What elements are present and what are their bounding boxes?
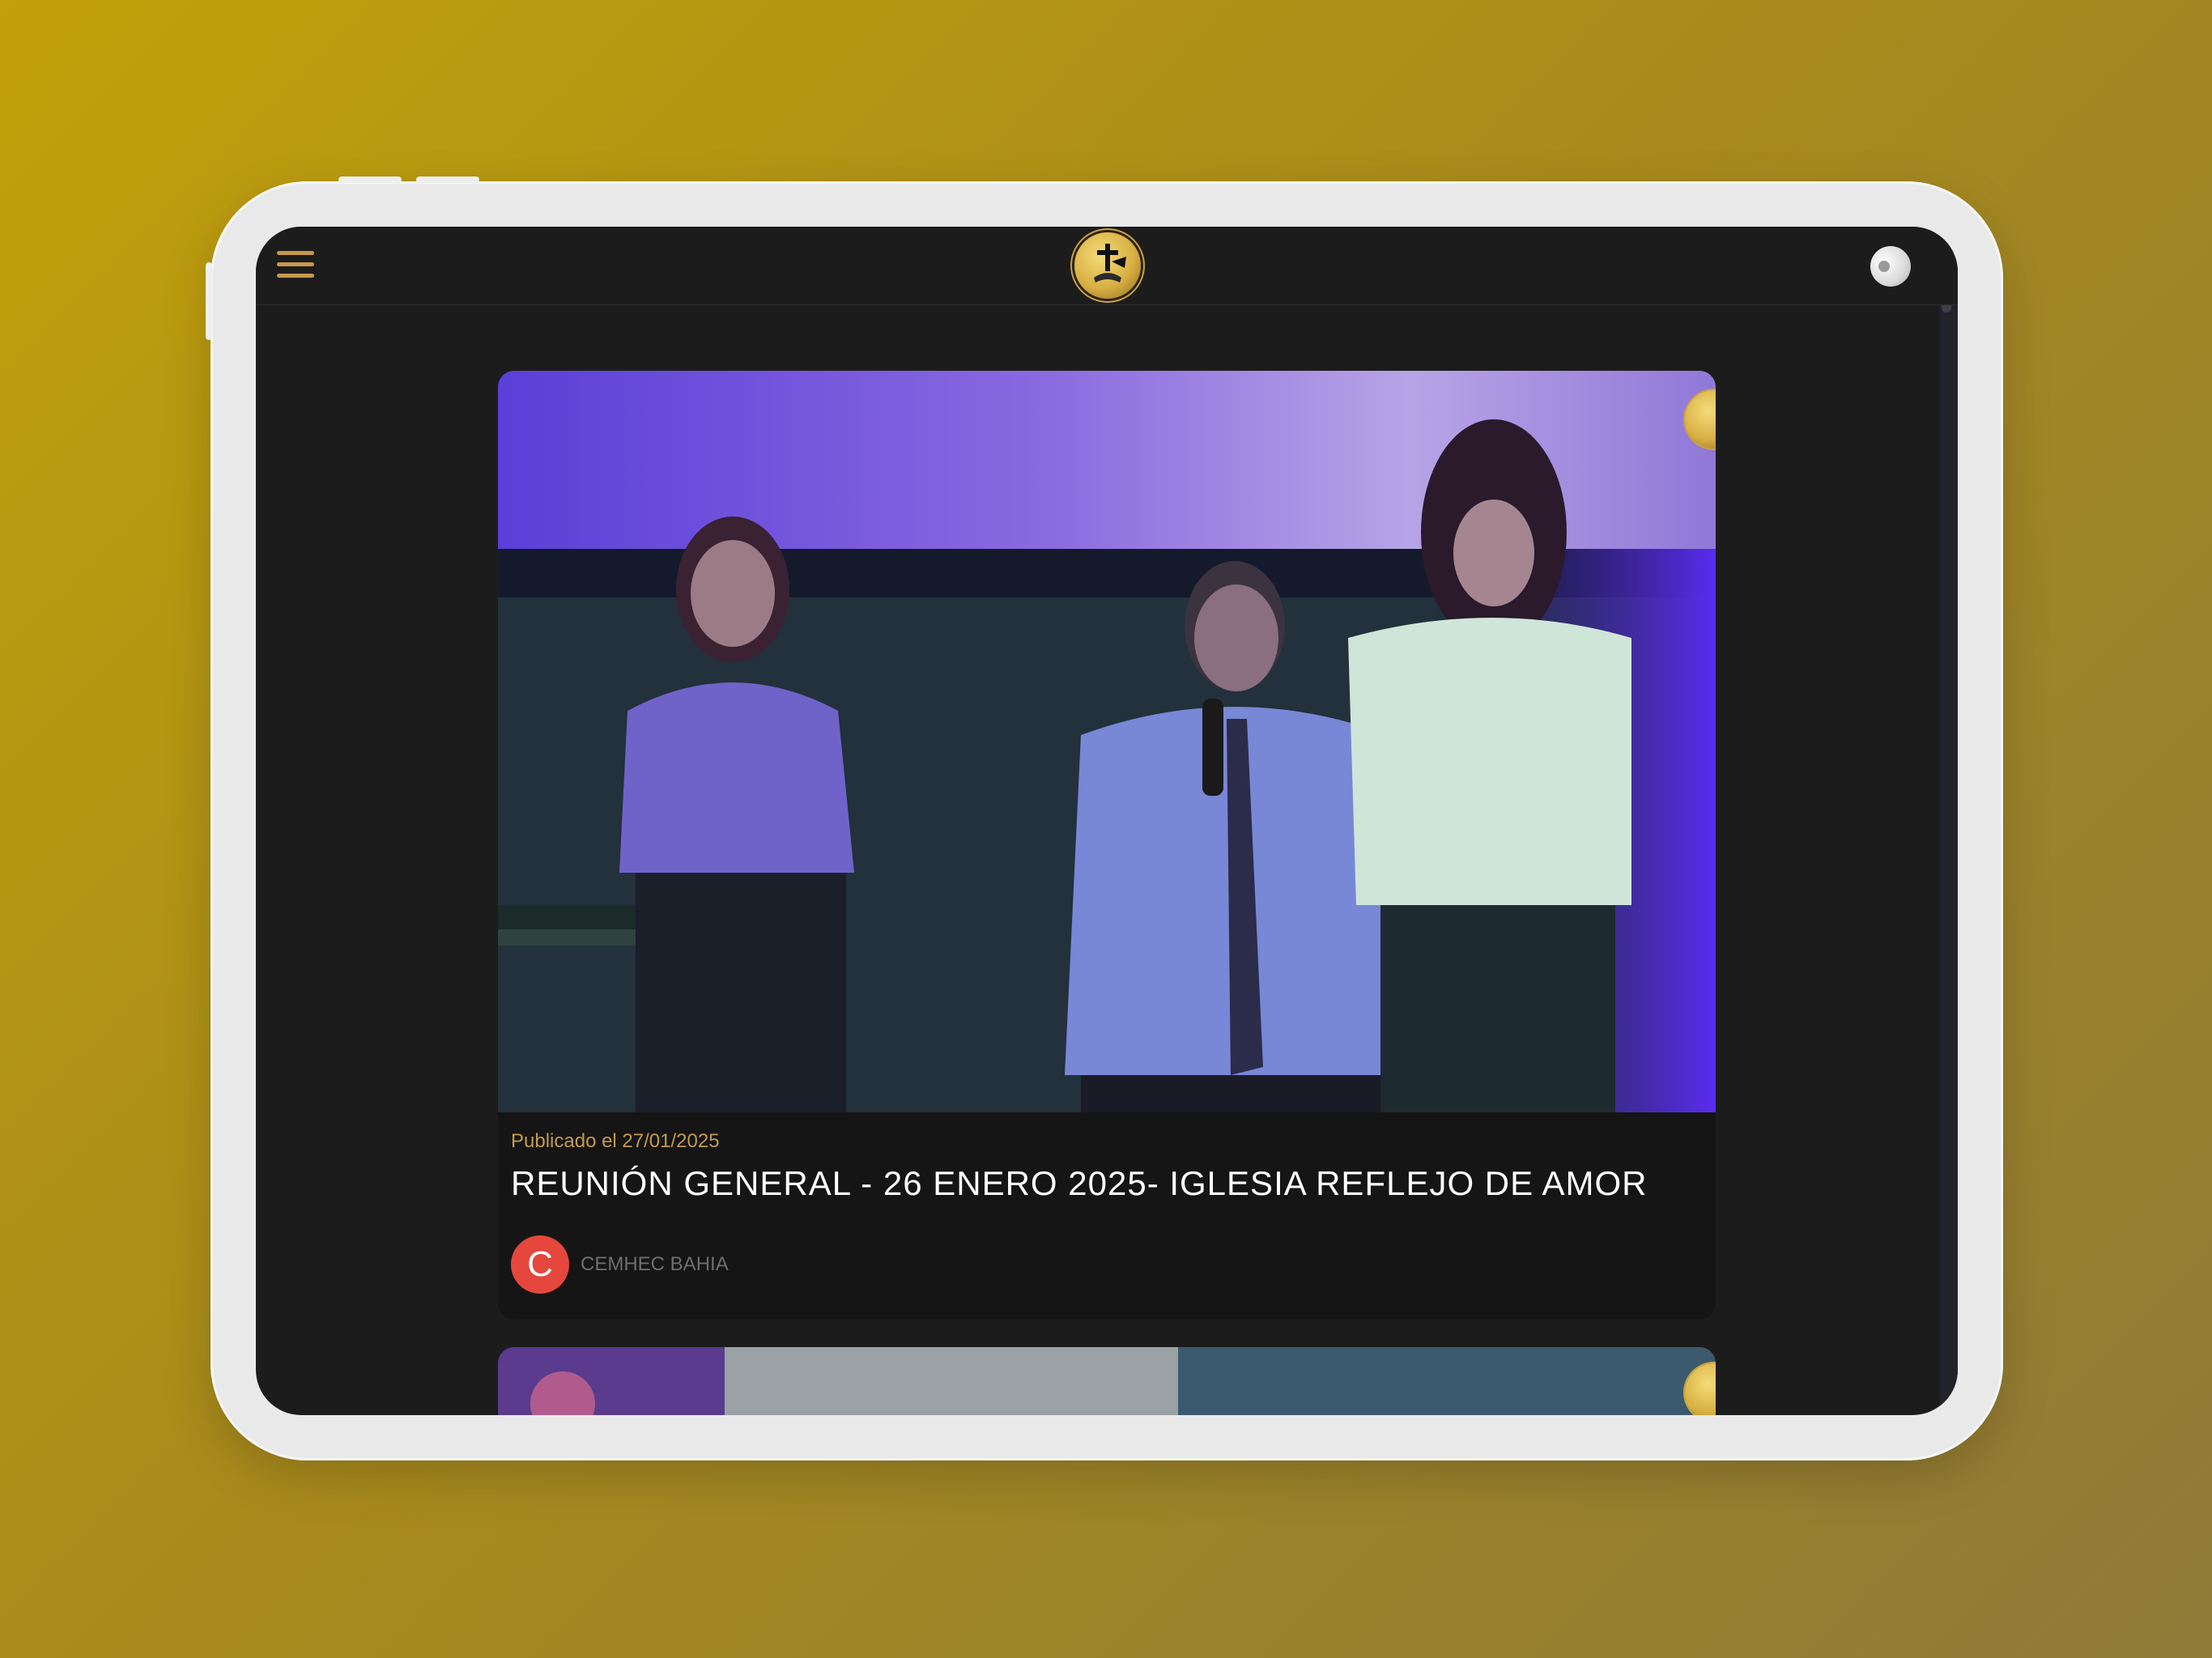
channel-name[interactable]: CEMHEC BAHIA bbox=[581, 1253, 729, 1276]
video-card-next[interactable] bbox=[498, 1347, 1716, 1415]
video-card[interactable]: Publicado el 27/01/2025 REUNIÓN GENERAL … bbox=[498, 371, 1716, 1320]
tablet-volume-button bbox=[338, 176, 402, 183]
publish-date: Publicado el 27/01/2025 bbox=[511, 1130, 720, 1152]
video-thumbnail-next bbox=[498, 1347, 1716, 1415]
tablet-volume-button bbox=[416, 176, 479, 183]
cross-hands-logo-icon[interactable] bbox=[1074, 232, 1141, 299]
scroll-track bbox=[1940, 227, 1958, 1415]
tablet-side-button bbox=[206, 262, 212, 340]
hamburger-menu-icon[interactable] bbox=[277, 251, 316, 282]
app-screen: Publicado el 27/01/2025 REUNIÓN GENERAL … bbox=[256, 227, 1958, 1415]
app-header bbox=[256, 227, 1958, 305]
tablet-frame: Publicado el 27/01/2025 REUNIÓN GENERAL … bbox=[206, 176, 2003, 1460]
channel-avatar[interactable]: C bbox=[511, 1235, 569, 1294]
user-avatar-icon[interactable] bbox=[1870, 246, 1911, 287]
video-title[interactable]: REUNIÓN GENERAL - 26 ENERO 2025- IGLESIA… bbox=[511, 1164, 1648, 1203]
video-thumbnail[interactable] bbox=[498, 371, 1716, 1112]
